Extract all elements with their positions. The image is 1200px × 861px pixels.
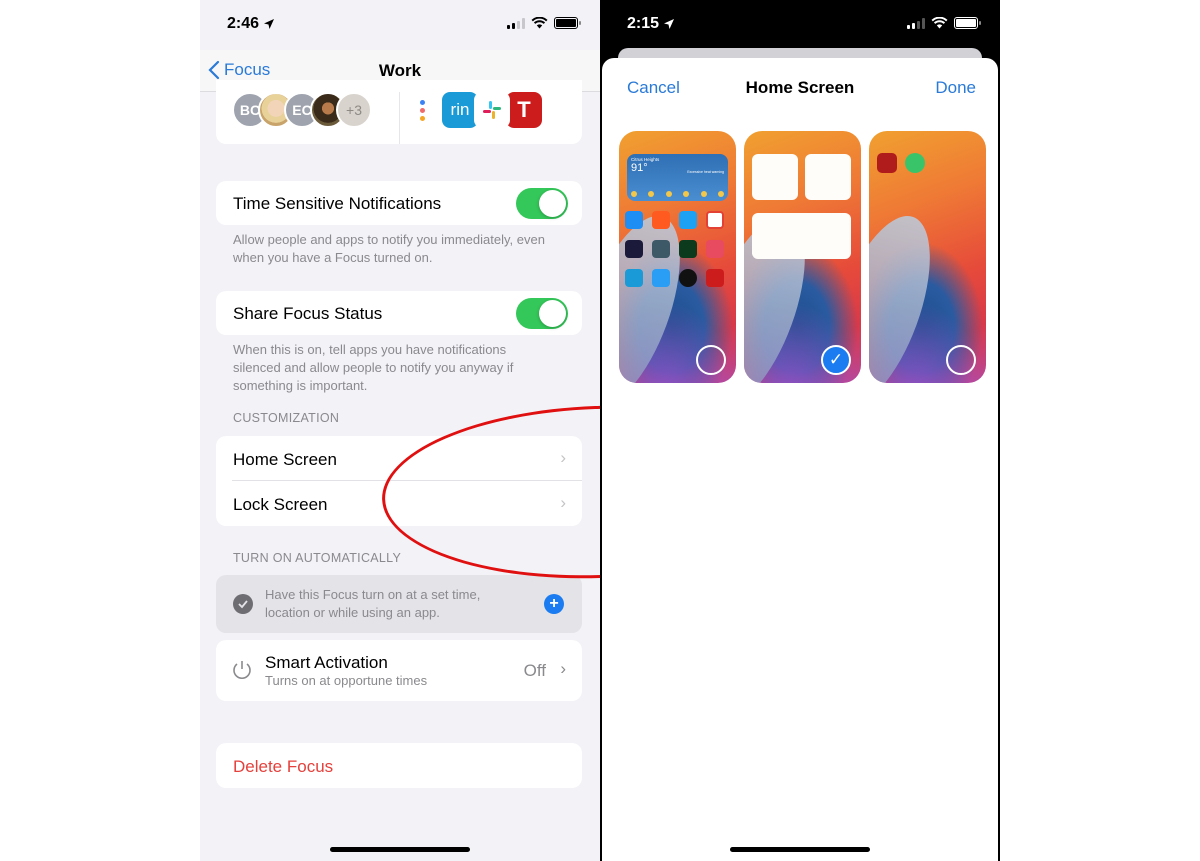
done-button[interactable]: Done [935,78,976,98]
delete-focus-label: Delete Focus [233,757,334,776]
smart-activation-row[interactable]: Smart Activation Turns on at opportune t… [216,640,582,701]
robinhood-icon [679,240,697,258]
battery-full-icon [554,17,581,29]
delete-focus-button[interactable]: Delete Focus [216,743,582,788]
home-page-thumbnail-3[interactable] [869,131,986,383]
twitter-icon [679,211,697,229]
time-sensitive-label: Time Sensitive Notifications [233,194,442,213]
weather-widget [805,154,851,200]
time-text: 2:46 [227,15,260,32]
status-bar: 2:15 [600,0,1000,50]
wifi-icon [531,17,548,29]
chevron-right-icon: › [560,448,566,467]
status-time: 2:15 [627,15,675,33]
ring-app-icon: rin [442,92,478,128]
find-my-icon [905,153,925,173]
home-indicator[interactable] [330,847,470,852]
customization-header: CUSTOMIZATION [233,411,340,425]
add-schedule-row[interactable]: Have this Focus turn on at a set time, l… [216,575,582,633]
chevron-right-icon: › [560,493,566,512]
add-schedule-text: Have this Focus turn on at a set time, l… [265,587,481,620]
share-focus-status-label: Share Focus Status [233,304,383,323]
tesla-app-icon: T [506,92,542,128]
page-select-checkbox-checked[interactable]: ✓ [821,345,851,375]
smart-activation-value: Off [523,661,546,680]
home-indicator[interactable] [730,847,870,852]
home-screen-picker-screen: 2:15 Cancel Home Screen Done Citrus Heig… [600,0,1000,861]
jolly-icon [706,240,724,258]
app-icon-grid [625,211,730,287]
gmail-icon [706,211,724,229]
photos-widget [752,213,851,259]
lock-screen-label: Lock Screen [233,495,328,514]
battery-full-icon [954,17,981,29]
location-arrow-icon [664,19,675,29]
tesla-icon [706,269,724,287]
cellular-signal-icon [907,17,925,29]
home-screen-sheet: Cancel Home Screen Done Citrus Heights 9… [602,58,998,861]
calculator-icon [652,240,670,258]
spotify-icon [679,269,697,287]
status-bar: 2:46 [200,0,600,50]
chevron-right-icon: › [560,659,566,678]
weather-widget: Citrus Heights 91° Excessive heat warnin… [627,154,728,201]
weather-temp: 91° [631,162,648,174]
time-sensitive-row: Time Sensitive Notifications [216,181,582,225]
lock-screen-row[interactable]: Lock Screen › [216,481,582,526]
share-focus-status-toggle[interactable] [516,298,568,329]
time-sensitive-footnote: Allow people and apps to notify you imme… [233,232,545,265]
share-focus-status-footnote: When this is on, tell apps you have noti… [233,342,514,393]
smart-activation-label: Smart Activation [265,653,388,672]
wifi-icon [931,17,948,29]
more-people-count: +3 [336,92,372,128]
app-store-icon [625,211,643,229]
cellular-signal-icon [507,17,525,29]
page-title: Work [378,61,422,80]
clock-icon [233,594,253,614]
app-icon [877,153,897,173]
time-text: 2:15 [627,15,660,32]
page-select-checkbox[interactable] [946,345,976,375]
power-icon [233,661,251,679]
card-divider [399,92,400,144]
allowed-apps[interactable]: rin T [416,92,542,128]
allowed-notifications-card: BC EC +3 rin T [216,80,582,144]
share-focus-status-row: Share Focus Status [216,291,582,335]
location-arrow-icon [264,19,275,29]
home-app-icon [652,269,670,287]
status-time: 2:46 [227,15,275,33]
weather-condition: Excessive heat warning [687,170,724,174]
home-page-thumbnail-1[interactable]: Citrus Heights 91° Excessive heat warnin… [619,131,736,383]
reddit-icon [652,211,670,229]
home-screen-row[interactable]: Home Screen › [216,436,582,481]
turn-on-automatically-header: TURN ON AUTOMATICALLY [233,551,402,565]
game-icon [625,240,643,258]
add-plus-icon[interactable]: + [544,594,564,614]
home-screen-label: Home Screen [233,450,337,469]
music-widget [752,154,798,200]
home-page-thumbnail-2[interactable]: ✓ [744,131,861,383]
allowed-people[interactable]: BC EC +3 [232,92,372,128]
slack-app-icon [474,92,510,128]
smart-activation-subtitle: Turns on at opportune times [265,673,428,688]
time-sensitive-toggle[interactable] [516,188,568,219]
focus-settings-screen: 2:46 Focus Work BC EC +3 rin T Time Sens… [200,0,600,861]
page-select-checkbox[interactable] [696,345,726,375]
ring-icon [625,269,643,287]
